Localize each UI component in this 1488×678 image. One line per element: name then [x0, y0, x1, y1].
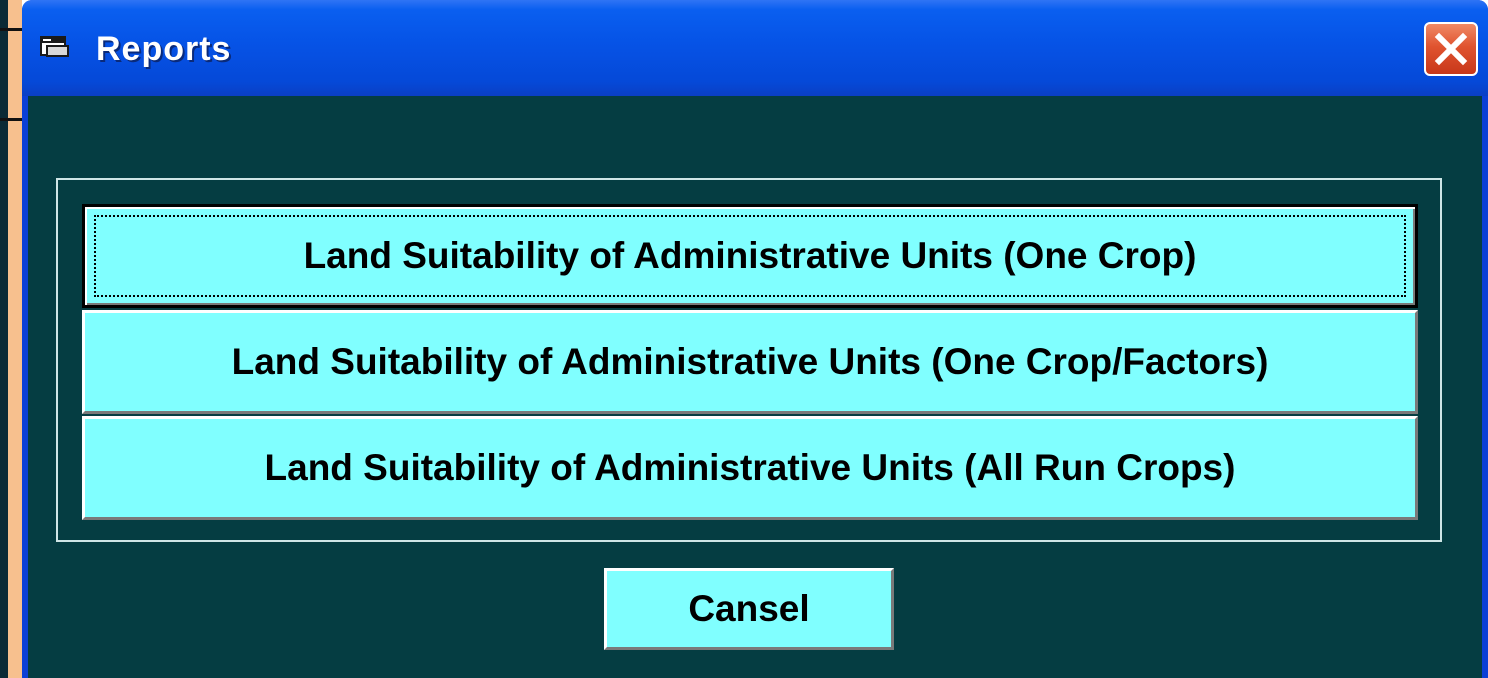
report-one-crop-button[interactable]: Land Suitability of Administrative Units… — [82, 204, 1418, 308]
close-x-icon — [1434, 32, 1468, 66]
background-window-edge — [0, 0, 22, 678]
title-bar[interactable]: Reports — [22, 0, 1488, 96]
report-options-frame: Land Suitability of Administrative Units… — [56, 178, 1442, 542]
report-one-crop-factors-button[interactable]: Land Suitability of Administrative Units… — [82, 310, 1418, 414]
report-all-run-crops-label: Land Suitability of Administrative Units… — [264, 447, 1236, 488]
folder-window-icon — [40, 36, 69, 57]
report-one-crop-factors-label: Land Suitability of Administrative Units… — [231, 341, 1269, 382]
cancel-label: Cansel — [688, 588, 810, 629]
screen: Reports Land Suitability of Administrati… — [0, 0, 1488, 678]
report-all-run-crops-button[interactable]: Land Suitability of Administrative Units… — [82, 416, 1418, 520]
cancel-button[interactable]: Cansel — [604, 568, 894, 650]
dialog-body: Land Suitability of Administrative Units… — [28, 96, 1482, 678]
window-title: Reports — [96, 30, 232, 68]
reports-dialog: Reports Land Suitability of Administrati… — [22, 0, 1488, 678]
close-button[interactable] — [1424, 22, 1478, 76]
report-one-crop-label: Land Suitability of Administrative Units… — [303, 235, 1197, 276]
